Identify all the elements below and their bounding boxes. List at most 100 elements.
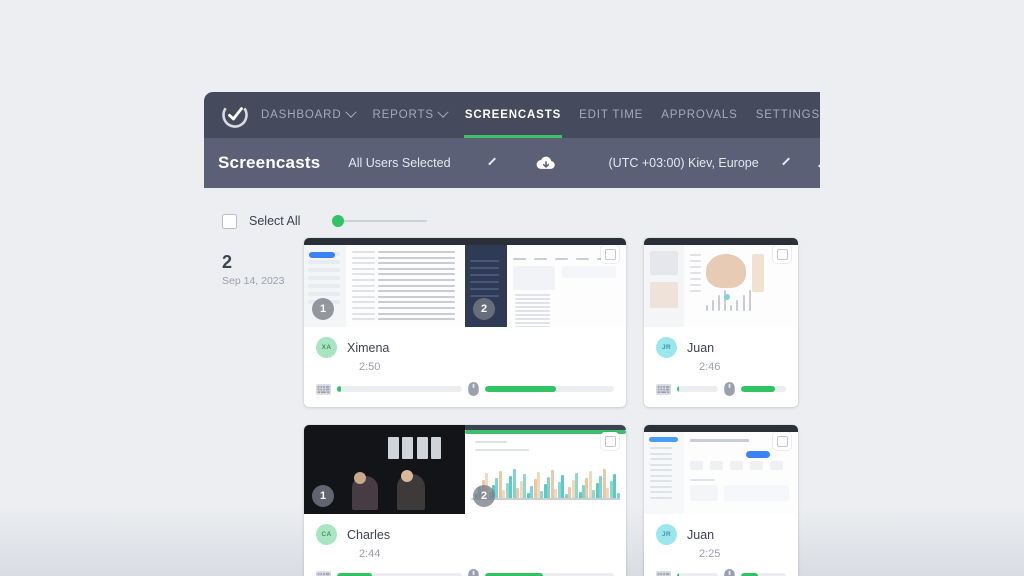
chevron-down-icon[interactable] [437,107,448,118]
keyboard-activity-bar [677,386,718,392]
cloud-download-icon[interactable] [535,154,557,172]
screen-index-badge: 1 [312,485,334,507]
mouse-icon [468,569,479,576]
screencast-grid-area: 2 Sep 14, 2023 12XAXimena2:50JRJuan2:461… [204,238,820,576]
person-name: Juan [687,341,714,355]
screen-pane-1[interactable]: 1 [304,238,465,327]
screencast-card[interactable]: 12XAXimena2:50 [304,238,626,407]
mouse-icon [724,382,735,396]
person-name: Charles [347,528,390,542]
card-select-checkbox[interactable] [601,245,619,263]
card-select-checkbox[interactable] [773,245,791,263]
activity-meters [304,560,626,576]
slider-track [332,220,427,222]
card-body: JR Juan 2:25 [644,514,798,560]
thumbnail-size-slider[interactable] [332,214,427,228]
card-person: JR Juan [656,524,786,545]
day-group-header: 2 Sep 14, 2023 [222,238,304,576]
keyboard-activity-meter [316,384,462,395]
screencast-thumbnail[interactable] [644,425,798,514]
nav-item-edit-time[interactable]: EDIT TIME [570,92,652,138]
nav-item-approvals[interactable]: APPROVALS [652,92,746,138]
mouse-activity-fill [741,386,775,392]
activity-meters [644,373,798,407]
clock-check-logo-icon[interactable] [218,98,252,132]
nav-item-reports[interactable]: REPORTS [364,92,456,138]
person-name: Ximena [347,341,389,355]
nav-item-settings[interactable]: SETTINGS [747,92,820,138]
keyboard-activity-meter [656,384,718,395]
screencast-card-list: 12XAXimena2:50JRJuan2:4612CACharles2:44J… [304,238,820,576]
keyboard-icon [656,384,671,395]
chevron-down-icon-timezone[interactable] [782,157,790,165]
day-date-label: Sep 14, 2023 [222,275,304,287]
card-body: CA Charles 2:44 [304,514,626,560]
avatar: XA [316,337,337,358]
keyboard-activity-bar [337,386,462,392]
keyboard-activity-fill [337,386,341,392]
keyboard-activity-meter [656,571,718,576]
nav-item-label: DASHBOARD [261,109,342,121]
select-all-row: Select All [204,188,820,236]
top-navigation-bar: DASHBOARD REPORTS SCREENCASTS EDIT TIME APPR… [204,92,820,138]
avatar: JR [656,337,677,358]
chevron-left-icon[interactable] [818,159,820,167]
timezone-selector[interactable]: (UTC +03:00) Kiev, Europe [609,156,759,170]
select-all-label: Select All [249,214,300,228]
screencast-card[interactable]: JR Juan 2:25 [644,425,798,576]
card-person: CA Charles [316,524,614,545]
screencast-card[interactable]: JR Juan 2:46 [644,238,798,407]
mouse-activity-meter [724,382,786,396]
nav-item-screencasts[interactable]: SCREENCASTS [456,92,570,138]
screen-index-badge: 2 [473,485,495,507]
screencasts-toolbar: Screencasts All Users Selected (UTC +03:… [204,138,820,188]
keyboard-icon [316,571,331,576]
avatar: CA [316,524,337,545]
mouse-icon [468,382,479,396]
slider-thumb[interactable] [332,215,344,227]
screen-pane-1[interactable]: 1 [304,425,465,514]
mouse-activity-bar [741,386,786,392]
screencast-time: 2:50 [359,361,614,373]
activity-meters [644,560,798,576]
screencast-time: 2:44 [359,548,614,560]
nav-item-label: SCREENCASTS [465,109,561,121]
nav-item-list: DASHBOARD REPORTS SCREENCASTS EDIT TIME APPR… [252,92,820,138]
keyboard-icon [656,571,671,576]
user-filter-value[interactable]: All Users Selected [348,156,450,170]
screencast-thumbnail[interactable] [644,238,798,327]
mouse-activity-fill [485,386,556,392]
card-person: XA Ximena [316,337,614,358]
nav-item-dashboard[interactable]: DASHBOARD [252,92,364,138]
mouse-activity-meter [724,569,786,576]
screencasts-content: Select All 2 Sep 14, 2023 12XAXimena2:50… [204,188,820,576]
screencast-time: 2:25 [699,548,786,560]
avatar: JR [656,524,677,545]
chevron-down-icon[interactable] [345,107,356,118]
card-person: JR Juan [656,337,786,358]
card-select-checkbox[interactable] [773,432,791,450]
screencast-thumbnail[interactable]: 12 [304,425,626,514]
nav-item-label: APPROVALS [661,109,737,121]
nav-item-label: REPORTS [373,109,434,121]
day-screencast-count: 2 [222,252,304,272]
card-select-checkbox[interactable] [601,432,619,450]
screencast-card[interactable]: 12CACharles2:44 [304,425,626,576]
card-body: JR Juan 2:46 [644,327,798,373]
chevron-down-icon-users[interactable] [488,157,496,165]
screen-index-badge: 1 [312,298,334,320]
mouse-activity-bar [485,386,614,392]
screencast-time: 2:46 [699,361,786,373]
app-window: DASHBOARD REPORTS SCREENCASTS EDIT TIME APPR… [204,92,820,576]
person-name: Juan [687,528,714,542]
activity-meters [304,373,626,407]
mouse-icon [724,569,735,576]
screencast-thumbnail[interactable]: 12 [304,238,626,327]
page-title: Screencasts [218,153,320,173]
screen-index-badge: 2 [473,298,495,320]
mouse-activity-meter [468,382,614,396]
select-all-checkbox[interactable] [222,214,237,229]
nav-item-label: SETTINGS [756,109,820,121]
nav-item-label: EDIT TIME [579,109,643,121]
keyboard-icon [316,384,331,395]
